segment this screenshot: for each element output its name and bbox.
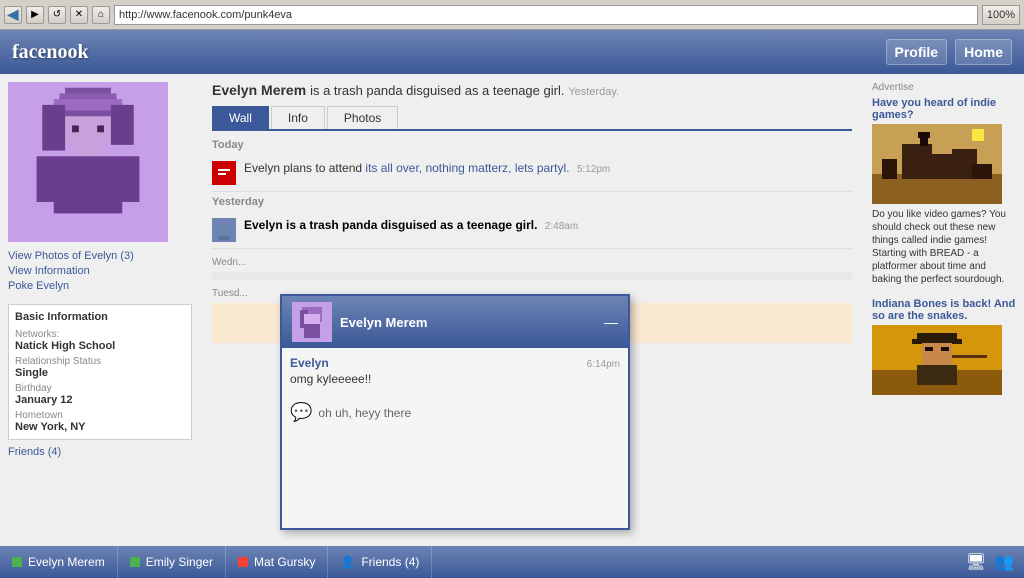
networks-value: Natick High School [15, 340, 185, 352]
profile-tabs: Wall Info Photos [212, 106, 852, 131]
wednesday-label: Wedn... [212, 253, 852, 272]
taskbar-emily[interactable]: Emily Singer [118, 546, 226, 578]
friends-link[interactable]: Friends (4) [8, 446, 192, 458]
forward-button[interactable]: ▶ [26, 6, 44, 24]
chat-body: Evelyn 6:14pm omg kyleeeee!! 💬 oh uh, he… [282, 348, 628, 528]
tab-wall[interactable]: Wall [212, 106, 269, 129]
today-section: Today Evelyn plans to attend its all ove… [212, 139, 852, 192]
emily-status-dot [130, 557, 140, 567]
zoom-indicator: 100% [982, 5, 1020, 25]
url-text: http://www.facenook.com/punk4eva [119, 9, 292, 21]
chat-window: Evelyn Merem — Evelyn 6:14pm omg kyleeee… [280, 294, 630, 530]
monitor-icon[interactable]: 🖥 [966, 552, 986, 572]
taskbar: Evelyn Merem Emily Singer Mat Gursky 👤 F… [0, 546, 1024, 578]
post-event-icon [212, 161, 236, 185]
post-2-time: 2:48am [545, 221, 578, 232]
site-header: facenook Profile Home [0, 30, 1024, 74]
chat-message: Evelyn 6:14pm omg kyleeeee!! [290, 356, 620, 386]
birthday-value: January 12 [15, 394, 185, 406]
nav-bar: Profile Home [886, 39, 1012, 65]
poke-link[interactable]: Poke Evelyn [8, 280, 192, 292]
left-sidebar: View Photos of Evelyn (3) View Informati… [0, 74, 200, 546]
chat-time: 6:14pm [587, 359, 620, 370]
ad-2: Indiana Bones is back! And so are the sn… [872, 298, 1016, 395]
profile-nav-button[interactable]: Profile [886, 39, 948, 65]
taskbar-mat[interactable]: Mat Gursky [226, 546, 328, 578]
chat-header: Evelyn Merem — [282, 296, 628, 348]
profile-header: Evelyn Merem is a trash panda disguised … [212, 82, 852, 98]
address-bar[interactable]: http://www.facenook.com/punk4eva [114, 5, 978, 25]
profile-picture [8, 82, 168, 242]
wednesday-post-placeholder [212, 272, 852, 280]
back-button[interactable]: ◀ [4, 6, 22, 24]
post-1: Evelyn plans to attend its all over, not… [212, 155, 852, 192]
view-info-link[interactable]: View Information [8, 265, 192, 277]
relationship-value: Single [15, 367, 185, 379]
post-2: Evelyn is a trash panda disguised as a t… [212, 212, 852, 249]
chat-close-button[interactable]: — [604, 314, 618, 330]
friends-icon: 👤 [340, 555, 355, 569]
profile-time: Yesterday. [568, 86, 619, 98]
home-button[interactable]: ⌂ [92, 6, 110, 24]
chat-message-text: omg kyleeeee!! [290, 372, 620, 386]
ad-1-title[interactable]: Have you heard of indie games? [872, 97, 1016, 121]
tab-photos[interactable]: Photos [327, 106, 398, 129]
ad-1: Have you heard of indie games? [872, 97, 1016, 286]
view-photos-link[interactable]: View Photos of Evelyn (3) [8, 250, 192, 262]
taskbar-evelyn[interactable]: Evelyn Merem [0, 546, 118, 578]
profile-status: is a trash panda disguised as a teenage … [310, 83, 564, 98]
hometown-label: Hometown [15, 410, 185, 421]
yesterday-label: Yesterday [212, 196, 852, 208]
ad-2-title[interactable]: Indiana Bones is back! And so are the sn… [872, 298, 1016, 322]
chat-header-left: Evelyn Merem [292, 302, 427, 342]
ad-1-image[interactable] [872, 124, 1002, 204]
profile-name: Evelyn Merem [212, 82, 306, 98]
chat-avatar [292, 302, 332, 342]
browser-chrome: ◀ ▶ ↺ ✕ ⌂ http://www.facenook.com/punk4e… [0, 0, 1024, 30]
chat-sender: Evelyn [290, 356, 329, 370]
refresh-button[interactable]: ↺ [48, 6, 66, 24]
basic-info-panel: Basic Information Networks: Natick High … [8, 304, 192, 440]
yesterday-section: Yesterday Evelyn is a trash panda disgui… [212, 196, 852, 249]
friends-count: Friends (4) [361, 555, 419, 569]
post-1-content: Evelyn plans to attend its all over, not… [244, 161, 852, 175]
taskbar-right-icons: 🖥 👥 [956, 552, 1024, 572]
tab-info[interactable]: Info [271, 106, 325, 129]
birthday-label: Birthday [15, 383, 185, 394]
post-2-content: Evelyn is a trash panda disguised as a t… [244, 218, 852, 232]
post-status-icon [212, 218, 236, 242]
post-1-link[interactable]: its all over, nothing matterz, lets part… [365, 161, 569, 175]
taskbar-friends[interactable]: 👤 Friends (4) [328, 546, 432, 578]
sidebar-links: View Photos of Evelyn (3) View Informati… [8, 250, 192, 292]
site-logo: facenook [12, 41, 89, 64]
emily-name: Emily Singer [146, 555, 213, 569]
ad-1-text: Do you like video games? You should chec… [872, 208, 1016, 286]
mat-status-dot [238, 557, 248, 567]
right-sidebar: Advertise Have you heard of indie games? [864, 74, 1024, 546]
chat-response-icon: 💬 [290, 402, 312, 423]
home-nav-button[interactable]: Home [955, 39, 1012, 65]
relationship-label: Relationship Status [15, 356, 185, 367]
chat-name: Evelyn Merem [340, 315, 427, 330]
today-label: Today [212, 139, 852, 151]
post-1-time: 5:12pm [577, 164, 610, 175]
chat-response: 💬 oh uh, heyy there [290, 402, 620, 423]
people-icon[interactable]: 👥 [994, 552, 1014, 572]
stop-button[interactable]: ✕ [70, 6, 88, 24]
mat-name: Mat Gursky [254, 555, 315, 569]
ad-2-image[interactable] [872, 325, 1002, 395]
chat-response-text: oh uh, heyy there [318, 406, 411, 420]
hometown-value: New York, NY [15, 421, 185, 433]
networks-label: Networks: [15, 329, 185, 340]
advertise-label: Advertise [872, 82, 1016, 93]
basic-info-title: Basic Information [15, 311, 185, 323]
evelyn-name: Evelyn Merem [28, 555, 105, 569]
evelyn-status-dot [12, 557, 22, 567]
